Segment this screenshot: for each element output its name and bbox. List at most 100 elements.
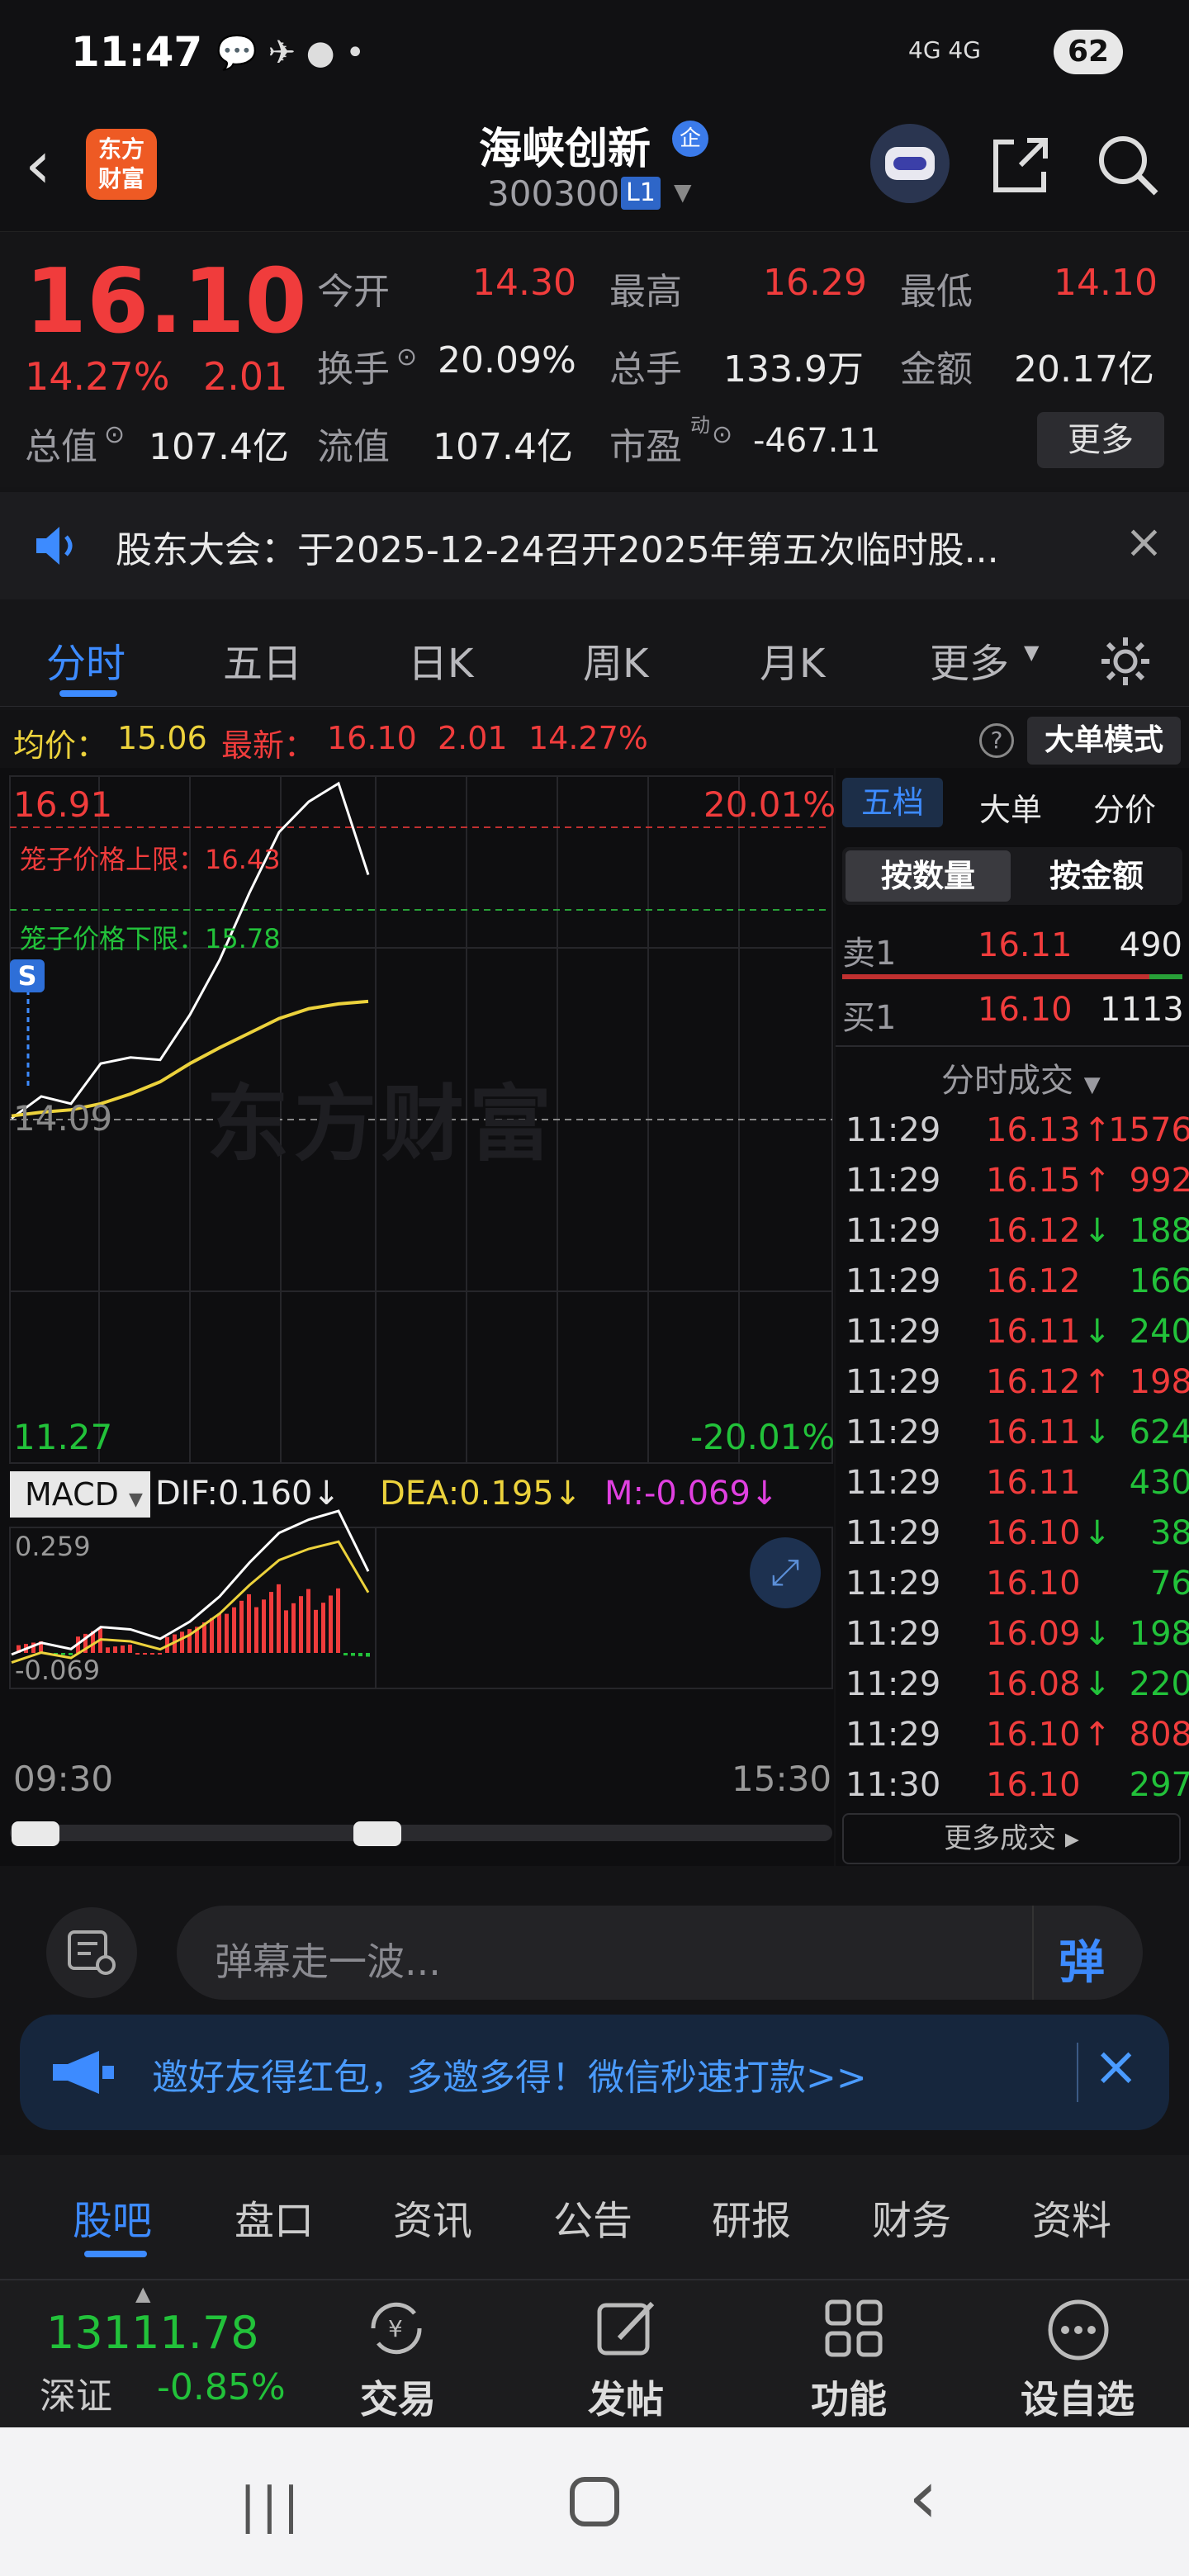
announcement-bar[interactable]: 股东大会：于2025-12-24召开2025年第五次临时股... × bbox=[0, 492, 1189, 599]
close-icon[interactable]: × bbox=[1093, 2034, 1139, 2098]
back-arrow-icon[interactable]: ‹ bbox=[25, 132, 51, 198]
home-icon[interactable] bbox=[570, 2477, 619, 2526]
nav-trade-label: 交易 bbox=[360, 2377, 436, 2422]
close-icon[interactable]: × bbox=[1125, 515, 1163, 569]
tab-research[interactable]: 研报 bbox=[712, 2188, 791, 2246]
tab-news[interactable]: 资讯 bbox=[393, 2188, 472, 2246]
tab-weekly-k[interactable]: 周K bbox=[583, 631, 648, 689]
app-logo[interactable]: 东方 财富 bbox=[86, 129, 157, 200]
tab-finance[interactable]: 财务 bbox=[872, 2188, 951, 2246]
intraday-chart[interactable]: 东方财富 16.91 20.01% 14.09 11.27 -20.01% 笼子… bbox=[0, 768, 836, 1866]
big-order-mode-button[interactable]: 大单模式 bbox=[1027, 717, 1181, 765]
latest-change: 2.01 bbox=[438, 720, 508, 756]
invite-banner[interactable]: 邀好友得红包，多邀多得！微信秒速打款>> × bbox=[20, 2015, 1169, 2130]
range-handle-right bbox=[353, 1821, 401, 1846]
tab-profile[interactable]: 资料 bbox=[1032, 2188, 1111, 2246]
danmaku-input[interactable]: 弹幕走一波... 弹 bbox=[177, 1906, 1143, 2000]
tab-intraday[interactable]: 分时 bbox=[46, 631, 126, 689]
nav-add-watchlist[interactable]: 设自选 bbox=[1007, 2279, 1156, 2427]
back-icon[interactable]: ‹ bbox=[908, 2460, 938, 2535]
tab-big-orders[interactable]: 大单 bbox=[979, 784, 1042, 830]
more-ticks-button[interactable]: 更多成交 ▸ bbox=[842, 1813, 1181, 1864]
tick-row: 11:29 16.11 ↓ 240 bbox=[846, 1306, 1189, 1357]
tab-five-day[interactable]: 五日 bbox=[223, 631, 302, 689]
info-dots-icon[interactable]: ⊙ bbox=[104, 420, 125, 449]
chart-info-line: 均价： 15.06 最新： 16.10 2.01 14.27% ? 大单模式 bbox=[0, 710, 1189, 768]
tab-daily-k[interactable]: 日K bbox=[408, 631, 473, 689]
indicator-select[interactable]: MACD ▼ bbox=[10, 1471, 150, 1518]
arrow-up-icon: ↑ bbox=[1083, 1716, 1111, 1754]
arrow-down-icon: ↓ bbox=[1083, 1665, 1111, 1703]
index-change: -0.85% bbox=[157, 2366, 286, 2408]
invite-text: 邀好友得红包，多邀多得！微信秒速打款>> bbox=[152, 2057, 867, 2099]
turnover-value: 20.09% bbox=[438, 339, 576, 381]
nav-trade[interactable]: ¥ 交易 bbox=[330, 2279, 462, 2427]
y-top-label: 16.91 bbox=[13, 784, 113, 825]
recent-apps-icon[interactable]: ||| bbox=[239, 2477, 305, 2535]
status-time: 11:47 bbox=[71, 28, 203, 76]
index-ticker[interactable]: ▲ 13111.78 深证 -0.85% bbox=[0, 2279, 330, 2427]
nav-post[interactable]: 发帖 bbox=[561, 2279, 694, 2427]
tick-price: 16.09 bbox=[986, 1615, 1081, 1653]
ticks-title[interactable]: 分时成交 ▼ bbox=[941, 1054, 1101, 1101]
low-label: 最低 bbox=[900, 271, 973, 313]
chevron-down-icon[interactable]: ▼ bbox=[674, 178, 692, 206]
quote-panel: 16.10 14.27% 2.01 今开 14.30 最高 16.29 最低 1… bbox=[0, 231, 1189, 487]
latest-label: 最新： bbox=[221, 727, 316, 764]
tab-guba[interactable]: 股吧 bbox=[73, 2188, 152, 2246]
macd-bar bbox=[128, 1644, 132, 1653]
tick-price: 16.10 bbox=[986, 1716, 1081, 1754]
tick-price: 16.10 bbox=[986, 1514, 1081, 1552]
s-marker[interactable]: S bbox=[10, 959, 45, 992]
nav-function[interactable]: 功能 bbox=[789, 2279, 921, 2427]
info-dots-icon[interactable]: ⊙ bbox=[396, 343, 417, 372]
tick-price: 16.11 bbox=[986, 1464, 1081, 1502]
tab-monthly-k[interactable]: 月K bbox=[760, 631, 825, 689]
time-end-label: 15:30 bbox=[732, 1759, 832, 1799]
tab-announcements[interactable]: 公告 bbox=[553, 2188, 632, 2246]
dea-value: DEA:0.195↓ bbox=[380, 1475, 582, 1513]
danmaku-toggle-icon[interactable] bbox=[46, 1907, 137, 1998]
amount-toggle: 按数量 按金额 bbox=[842, 847, 1182, 905]
toggle-by-quantity[interactable]: 按数量 bbox=[846, 850, 1011, 902]
tick-volume: 38 bbox=[1150, 1514, 1189, 1552]
help-icon[interactable]: ? bbox=[979, 723, 1014, 758]
more-button[interactable]: 更多 bbox=[1037, 412, 1164, 468]
tick-time: 11:29 bbox=[846, 1514, 941, 1552]
open-value: 14.30 bbox=[472, 262, 576, 304]
macd-bar bbox=[121, 1646, 125, 1653]
share-icon[interactable] bbox=[988, 132, 1054, 198]
time-start-label: 09:30 bbox=[13, 1759, 114, 1799]
search-icon[interactable] bbox=[1095, 132, 1161, 198]
tab-price-distribution[interactable]: 分价 bbox=[1093, 784, 1156, 830]
sell1-price: 16.11 bbox=[978, 926, 1073, 964]
info-dots-icon[interactable]: ⊙ bbox=[712, 420, 732, 449]
expand-icon[interactable]: ⤢ bbox=[750, 1537, 821, 1608]
macd-bar bbox=[210, 1617, 214, 1653]
amount-value: 20.17亿 bbox=[1014, 348, 1154, 391]
buy1-price: 16.10 bbox=[978, 991, 1073, 1029]
arrow-down-icon: ↓ bbox=[1083, 1212, 1111, 1250]
tick-row: 11:29 16.09 ↓ 198 bbox=[846, 1608, 1189, 1659]
tab-order-book[interactable]: 盘口 bbox=[234, 2188, 314, 2246]
announcement-text: 股东大会：于2025-12-24召开2025年第五次临时股... bbox=[116, 529, 999, 571]
tab-more[interactable]: 更多 bbox=[930, 631, 1009, 689]
tab-five-levels[interactable]: 五档 bbox=[842, 778, 943, 827]
macd-bar bbox=[343, 1653, 348, 1656]
macd-bar bbox=[306, 1589, 310, 1653]
toggle-by-amount[interactable]: 按金额 bbox=[1014, 850, 1179, 902]
range-handle-left bbox=[12, 1821, 59, 1846]
tick-time: 11:29 bbox=[846, 1565, 941, 1603]
watermark: 东方财富 bbox=[206, 1076, 557, 1172]
arrow-down-icon: ↓ bbox=[1083, 1313, 1111, 1351]
macd-bar bbox=[217, 1613, 221, 1653]
content-tabs: 股吧 盘口 资讯 公告 研报 财务 资料 bbox=[0, 2155, 1189, 2279]
nav-post-label: 发帖 bbox=[588, 2377, 664, 2422]
settings-gear-icon[interactable] bbox=[1098, 634, 1153, 689]
change-amount: 2.01 bbox=[203, 354, 288, 399]
avg-label: 均价： bbox=[13, 727, 108, 764]
robot-assistant-icon[interactable] bbox=[870, 124, 950, 203]
send-danmaku-button[interactable]: 弹 bbox=[1059, 1925, 1105, 1992]
tick-time: 11:29 bbox=[846, 1313, 941, 1351]
upper-limit-label: 笼子价格上限：16.43 bbox=[20, 844, 281, 875]
